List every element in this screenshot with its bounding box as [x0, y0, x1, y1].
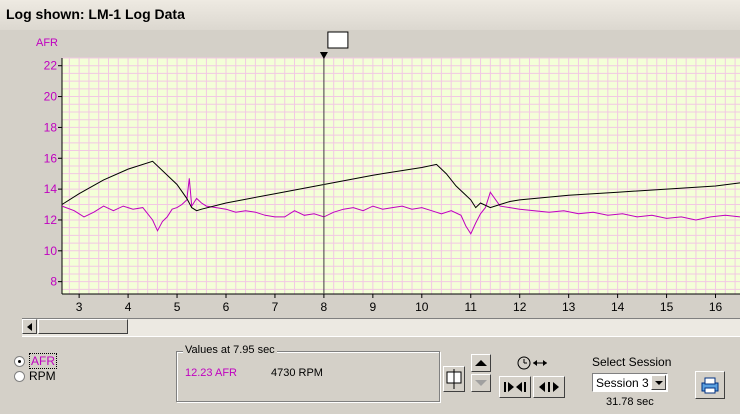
x-tick-label: 7 — [272, 300, 279, 313]
session-label: Select Session — [592, 355, 672, 369]
values-header: Values at 7.95 sec — [183, 344, 277, 356]
zoom-in-button[interactable] — [499, 376, 531, 398]
x-tick-label: 11 — [465, 300, 478, 313]
y-tick-label: 12 — [44, 213, 58, 227]
x-tick-label: 3 — [76, 300, 83, 313]
gauge-button[interactable] — [443, 366, 465, 392]
scroll-thumb[interactable] — [38, 319, 128, 334]
afr-value: 12.23 AFR — [185, 367, 237, 379]
zoom-out-button[interactable] — [533, 376, 565, 398]
radio-afr-dot[interactable] — [14, 355, 25, 367]
x-tick-label: 14 — [611, 300, 625, 313]
values-group: Values at 7.95 sec 12.23 AFR 4730 RPM — [176, 344, 440, 402]
log-chart[interactable]: 8 10 12 14 16 18 20 22 3 4 5 6 7 8 9 10 11 12 13 14 15 16 AF… — [0, 30, 740, 314]
print-button[interactable] — [695, 371, 725, 399]
x-tick-label: 10 — [415, 300, 429, 313]
right-arrow-icon — [508, 382, 514, 392]
x-tick-label: 5 — [174, 300, 181, 313]
y-tick-label: 22 — [44, 59, 58, 73]
x-tick-label: 15 — [660, 300, 674, 313]
dropdown-arrow-icon[interactable] — [651, 375, 666, 390]
radio-rpm-label: RPM — [29, 369, 56, 383]
y-tick-label: 16 — [44, 151, 58, 165]
session-duration: 31.78 sec — [606, 396, 654, 408]
left-arrow-icon — [516, 382, 522, 392]
x-tick-label: 6 — [223, 300, 230, 313]
time-scrollbar[interactable] — [22, 318, 740, 337]
session-select[interactable]: Session 3 — [592, 373, 668, 392]
step-up-button[interactable] — [471, 354, 491, 372]
up-arrow-icon — [475, 360, 487, 366]
gauge-icon — [446, 369, 462, 389]
session-selected-value: Session 3 — [596, 376, 649, 390]
x-tick-label: 8 — [321, 300, 328, 313]
y-tick-label: 8 — [50, 275, 57, 289]
radio-afr-label: AFR — [29, 353, 57, 369]
title-bar: Log shown: LM-1 Log Data — [0, 0, 740, 31]
printer-icon — [701, 377, 719, 394]
chart-area[interactable]: 8 10 12 14 16 18 20 22 3 4 5 6 7 8 9 10 11 12 13 14 15 16 AF… — [0, 30, 740, 314]
x-tick-label: 4 — [125, 300, 132, 313]
rpm-value: 4730 RPM — [271, 367, 323, 379]
radio-rpm[interactable]: RPM — [14, 369, 56, 383]
y-tick-label: 14 — [44, 182, 58, 196]
x-tick-label: 12 — [513, 300, 527, 313]
down-arrow-icon — [475, 380, 487, 386]
scroll-left-button[interactable] — [22, 319, 37, 334]
y-axis: 8 10 12 14 16 18 20 22 — [44, 59, 62, 289]
cursor-handle-icon[interactable] — [319, 31, 349, 59]
y-tick-label: 18 — [44, 120, 58, 134]
y-tick-label: 20 — [44, 90, 58, 104]
x-tick-label: 13 — [562, 300, 576, 313]
right-arrow-icon — [553, 382, 559, 392]
left-arrow-icon — [539, 382, 545, 392]
window-title: Log shown: LM-1 Log Data — [6, 6, 185, 22]
x-tick-label: 9 — [370, 300, 377, 313]
radio-rpm-dot[interactable] — [14, 370, 25, 382]
timer-icon — [517, 356, 547, 370]
radio-afr[interactable]: AFR — [14, 353, 57, 369]
y-axis-label: AFR — [36, 37, 58, 49]
x-tick-label: 16 — [709, 300, 723, 313]
step-down-button[interactable] — [471, 374, 491, 392]
x-axis: 3 4 5 6 7 8 9 10 11 12 13 14 15 16 — [76, 294, 723, 314]
y-tick-label: 10 — [44, 244, 58, 258]
